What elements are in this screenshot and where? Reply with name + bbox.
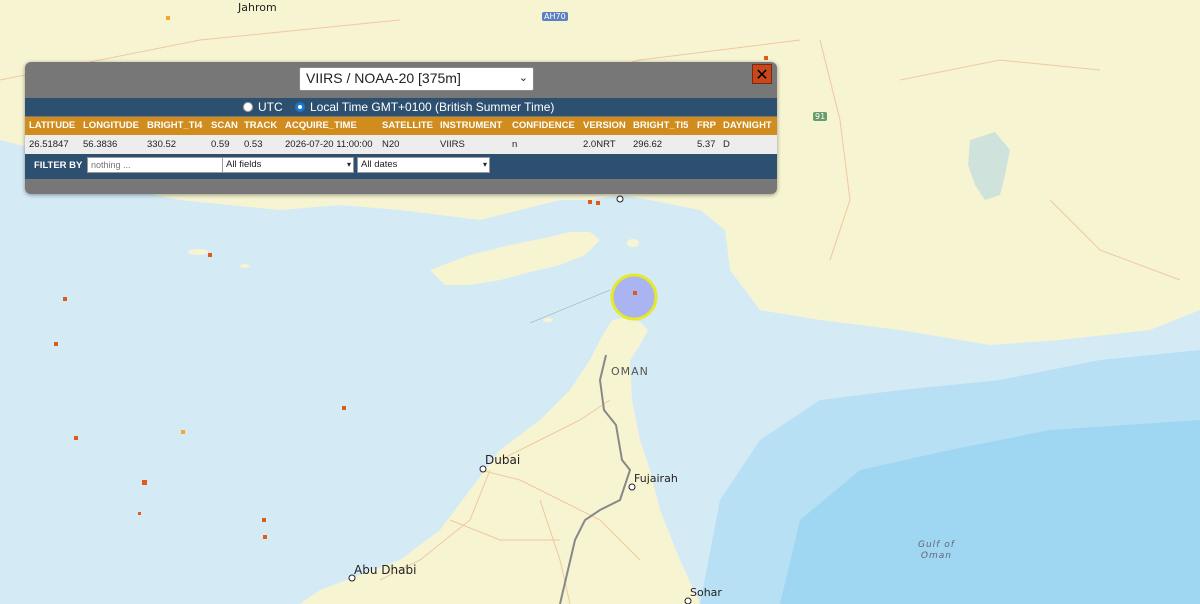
place-jahrom: Jahrom xyxy=(238,1,277,14)
place-oman: OMAN xyxy=(611,365,649,378)
local-time-option[interactable]: Local Time GMT+0100 (British Summer Time… xyxy=(295,98,554,116)
col-frp: FRP xyxy=(697,120,716,131)
col-instrument: INSTRUMENT xyxy=(440,120,503,131)
col-daynight: DAYNIGHT xyxy=(723,120,772,131)
satellite-select-value: VIIRS / NOAA-20 [375m] xyxy=(306,70,461,86)
col-track: TRACK xyxy=(244,120,278,131)
col-bright-ti4: BRIGHT_TI4 xyxy=(147,120,203,131)
fields-select[interactable]: All fields ▾ xyxy=(222,157,354,173)
chevron-down-icon: ⌄ xyxy=(518,72,528,84)
cell-confidence: n xyxy=(512,139,518,150)
close-icon: ✕ xyxy=(755,65,769,84)
filter-row: FILTER BY All fields ▾ All dates ▾ xyxy=(25,154,777,179)
time-mode-row: UTC Local Time GMT+0100 (British Summer … xyxy=(25,98,777,116)
col-latitude: LATITUDE xyxy=(29,120,76,131)
col-acquire-time: ACQUIRE_TIME xyxy=(285,120,357,131)
local-time-label: Local Time GMT+0100 (British Summer Time… xyxy=(310,100,555,114)
satellite-select[interactable]: VIIRS / NOAA-20 [375m] ⌄ xyxy=(299,67,534,91)
col-longitude: LONGITUDE xyxy=(83,120,139,131)
place-sohar: Sohar xyxy=(690,586,722,599)
table-row: 26.51847 56.3836 330.52 0.59 0.53 2026-0… xyxy=(25,135,777,154)
cell-satellite: N20 xyxy=(382,139,400,150)
col-scan: SCAN xyxy=(211,120,238,131)
place-dubai: Dubai xyxy=(485,453,521,467)
road-shield-91: 91 xyxy=(813,112,828,121)
cell-version: 2.0NRT xyxy=(583,139,616,150)
cell-daynight: D xyxy=(723,139,730,150)
chevron-down-icon: ▾ xyxy=(346,160,351,169)
chevron-down-icon: ▾ xyxy=(482,160,487,169)
cell-scan: 0.59 xyxy=(211,139,230,150)
place-abu-dhabi: Abu Dhabi xyxy=(354,563,417,577)
cell-latitude: 26.51847 xyxy=(29,139,69,150)
col-satellite: SATELLITE xyxy=(382,120,434,131)
utc-radio[interactable] xyxy=(243,102,253,112)
cell-instrument: VIIRS xyxy=(440,139,465,150)
close-button[interactable]: ✕ xyxy=(752,64,772,84)
utc-label: UTC xyxy=(258,100,283,114)
table-header: LATITUDE LONGITUDE BRIGHT_TI4 SCAN TRACK… xyxy=(25,117,777,135)
filter-input[interactable] xyxy=(87,157,225,173)
cell-bright-ti5: 296.62 xyxy=(633,139,663,150)
fields-select-value: All fields xyxy=(226,159,262,170)
cell-frp: 5.37 xyxy=(697,139,716,150)
place-fujairah: Fujairah xyxy=(634,472,678,485)
road-shield-ah70: AH70 xyxy=(542,12,568,21)
col-confidence: CONFIDENCE xyxy=(512,120,575,131)
dates-select-value: All dates xyxy=(361,159,398,170)
col-version: VERSION xyxy=(583,120,626,131)
local-time-radio[interactable] xyxy=(295,102,305,112)
hotspot-popup: VIIRS / NOAA-20 [375m] ⌄ ✕ UTC Local Tim… xyxy=(25,62,777,194)
utc-option[interactable]: UTC xyxy=(243,98,283,116)
place-gulf-of-oman: Gulf of Oman xyxy=(918,540,955,561)
cell-longitude: 56.3836 xyxy=(83,139,118,150)
cell-acquire-time: 2026-07-20 11:00:00 xyxy=(285,139,373,150)
cell-bright-ti4: 330.52 xyxy=(147,139,177,150)
col-bright-ti5: BRIGHT_TI5 xyxy=(633,120,689,131)
filter-label: FILTER BY xyxy=(34,160,83,171)
cell-track: 0.53 xyxy=(244,139,263,150)
dates-select[interactable]: All dates ▾ xyxy=(357,157,490,173)
